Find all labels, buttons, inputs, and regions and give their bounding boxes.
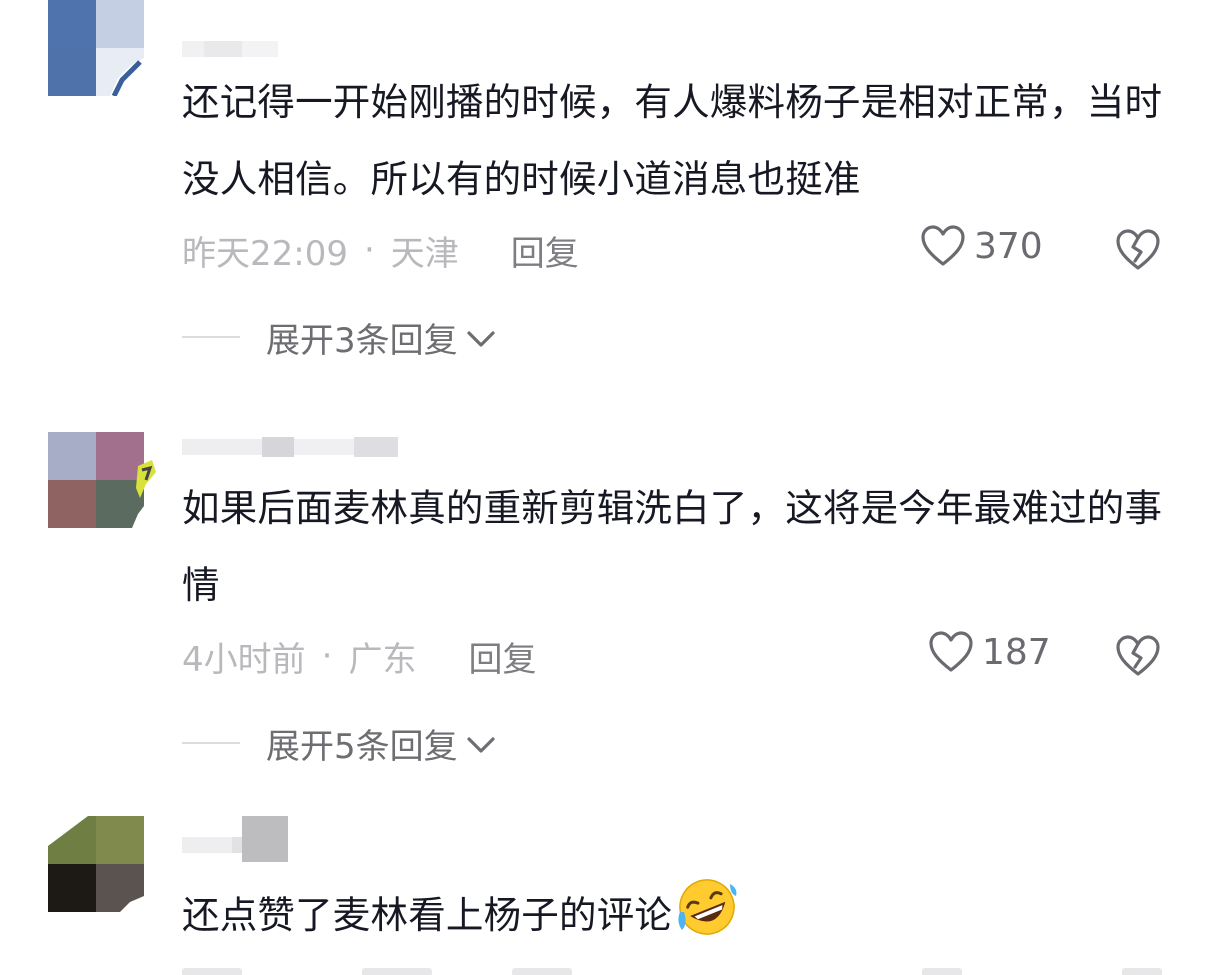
divider-line [182, 742, 240, 744]
dislike-button[interactable] [1115, 634, 1161, 682]
reply-button[interactable]: 回复 [511, 226, 579, 275]
divider-line [182, 336, 240, 338]
comment-text-content: 还点赞了麦林看上杨子的评论 [182, 893, 673, 937]
expand-replies-button[interactable]: 展开3条回复 [182, 312, 496, 362]
avatar[interactable] [48, 816, 144, 912]
broken-heart-icon [1116, 635, 1160, 676]
comment-list: 还记得一开始刚播的时候，有人爆料杨子是相对正常，当时没人相信。所以有的时候小道消… [0, 0, 1220, 975]
like-button[interactable]: 187 [928, 630, 1051, 674]
like-count: 187 [982, 631, 1051, 673]
like-count: 370 [974, 225, 1043, 267]
meta-separator: · [321, 636, 333, 676]
heart-outline-icon [921, 225, 965, 266]
rolling-laughing-emoji-icon [678, 879, 737, 935]
comment-location: 广东 [348, 639, 417, 680]
broken-heart-icon [1116, 229, 1160, 270]
username-redacted[interactable] [182, 436, 398, 458]
dislike-button[interactable] [1115, 228, 1161, 276]
expand-replies-label: 展开5条回复 [266, 726, 458, 767]
comment-meta-cropped [182, 962, 1182, 975]
chevron-down-icon [467, 331, 495, 347]
expand-replies-label: 展开3条回复 [266, 320, 458, 361]
avatar[interactable] [48, 0, 144, 96]
avatar-pixel-edge [110, 58, 144, 96]
comment-text: 还记得一开始刚播的时候，有人爆料杨子是相对正常，当时没人相信。所以有的时候小道消… [182, 80, 1163, 201]
comment-text: 还点赞了麦林看上杨子的评论 [182, 876, 1182, 954]
meta-separator: · [363, 230, 375, 270]
avatar-pixel-edge [48, 816, 144, 912]
comment-time: 4小时前 [182, 639, 306, 680]
redacted-block [242, 816, 288, 862]
comment-location: 天津 [390, 233, 459, 274]
avatar-fragment [136, 460, 156, 498]
heart-outline-icon [929, 631, 973, 672]
avatar[interactable] [48, 432, 144, 528]
avatar-pixel-edge [132, 506, 144, 528]
reply-button[interactable]: 回复 [468, 632, 536, 681]
chevron-down-icon [467, 737, 495, 753]
expand-replies-button[interactable]: 展开5条回复 [182, 718, 496, 768]
comment-time: 昨天22:09 [182, 233, 348, 274]
comment-text: 如果后面麦林真的重新剪辑洗白了，这将是今年最难过的事情 [182, 486, 1163, 607]
like-button[interactable]: 370 [920, 224, 1043, 268]
username-redacted[interactable] [182, 38, 278, 60]
